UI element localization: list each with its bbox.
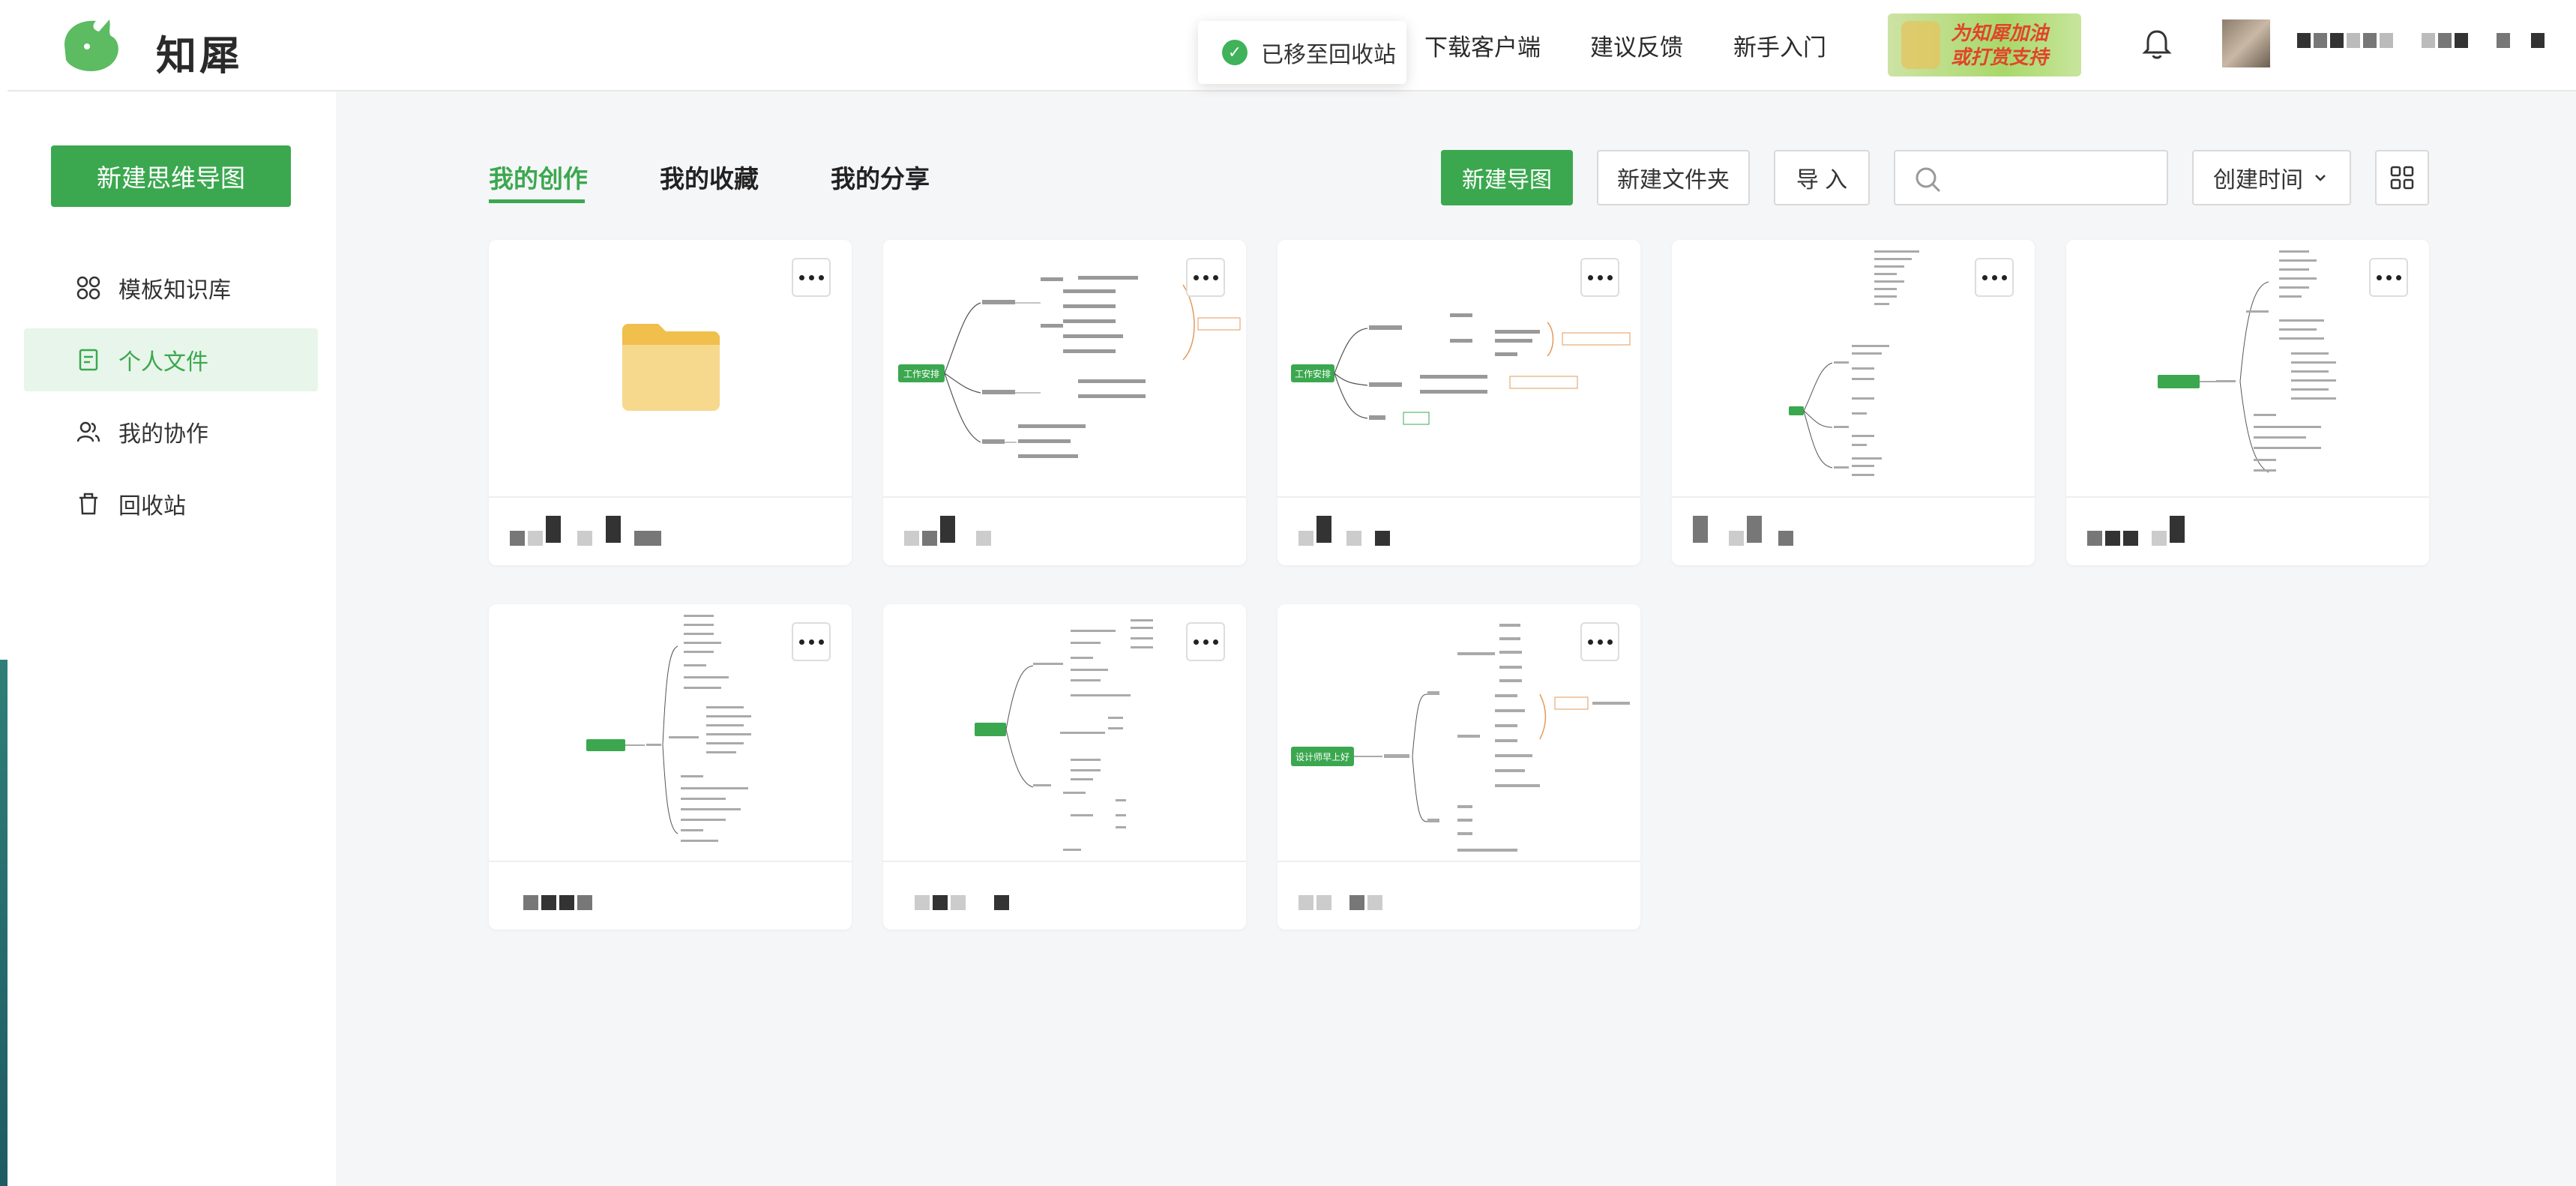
getting-started-link[interactable]: 新手入门	[1733, 28, 1826, 62]
mindmap-card[interactable]	[2066, 240, 2429, 565]
file-name-redacted	[510, 516, 661, 546]
search-box[interactable]	[1894, 150, 2168, 205]
more-options-button[interactable]	[792, 258, 831, 297]
grid-view-toggle[interactable]	[2375, 150, 2429, 205]
sidebar-item-trash[interactable]: 回收站	[24, 472, 318, 535]
support-banner[interactable]: 为知犀加油 或打赏支持	[1888, 13, 2081, 76]
folder-card[interactable]	[489, 240, 852, 565]
file-name-redacted	[510, 880, 592, 910]
file-name-redacted	[1298, 880, 1382, 910]
new-mindmap-button[interactable]: 新建思维导图	[51, 145, 291, 207]
sidebar-item-label: 回收站	[118, 494, 186, 519]
toast-notification: ✓ 已移至回收站	[1198, 21, 1406, 84]
sidebar: 新建思维导图 模板知识库 个人文件 我的协作 回收站	[7, 91, 336, 1186]
tab-my-creations[interactable]: 我的创作	[489, 159, 588, 195]
more-options-button[interactable]	[1975, 258, 2014, 297]
banner-line-1: 为知犀加油	[1951, 22, 2049, 44]
trash-icon	[79, 493, 97, 515]
svg-text:工作安排: 工作安排	[1295, 368, 1331, 379]
tab-my-shares[interactable]: 我的分享	[831, 159, 930, 195]
mindmap-card[interactable]: 工作安排	[883, 240, 1246, 565]
top-header: 知犀 ✓ 已移至回收站 下载客户端 建议反馈 新手入门 为知犀加油 或打赏支持	[7, 0, 2576, 91]
banner-line-2: 或打赏支持	[1951, 46, 2049, 68]
sidebar-item-label: 个人文件	[118, 350, 208, 375]
active-tab-indicator	[489, 199, 585, 203]
more-options-button[interactable]	[1186, 258, 1225, 297]
file-name-redacted	[1693, 516, 1793, 546]
sidebar-item-personal-files[interactable]: 个人文件	[24, 328, 318, 391]
search-input[interactable]	[1952, 162, 2155, 195]
new-folder-button[interactable]: 新建文件夹	[1597, 150, 1750, 205]
sidebar-item-label: 我的协作	[118, 422, 208, 447]
mindmap-card[interactable]: 设计师早上好	[1278, 604, 1640, 930]
mindmap-card[interactable]: 工作安排	[1278, 240, 1640, 565]
toast-message: 已移至回收站	[1261, 43, 1396, 67]
bell-icon[interactable]	[2140, 27, 2174, 61]
file-name-redacted	[904, 880, 1009, 910]
sort-dropdown[interactable]: 创建时间	[2192, 150, 2351, 205]
svg-text:设计师早上好: 设计师早上好	[1295, 752, 1349, 762]
grid-icon	[76, 276, 100, 300]
sidebar-item-label: 模板知识库	[118, 278, 231, 303]
more-options-button[interactable]	[792, 622, 831, 661]
file-name-redacted	[2087, 516, 2185, 546]
chevron-down-icon	[2315, 175, 2326, 181]
import-button[interactable]: 导 入	[1774, 150, 1870, 205]
more-options-button[interactable]	[1580, 622, 1619, 661]
sidebar-item-templates[interactable]: 模板知识库	[24, 256, 318, 319]
window-edge	[0, 0, 7, 1186]
fist-icon	[1901, 21, 1940, 69]
new-map-button[interactable]: 新建导图	[1441, 150, 1573, 205]
feedback-link[interactable]: 建议反馈	[1590, 28, 1683, 62]
more-options-button[interactable]	[1186, 622, 1225, 661]
brand-name: 知犀	[156, 34, 243, 79]
file-icon	[79, 349, 98, 371]
search-icon	[1916, 167, 1941, 193]
download-client-link[interactable]: 下载客户端	[1424, 28, 1541, 62]
mindmap-card[interactable]	[883, 604, 1246, 930]
grid-view-icon	[2390, 166, 2414, 190]
username-redacted[interactable]	[2297, 33, 2545, 48]
more-options-button[interactable]	[2369, 258, 2408, 297]
sidebar-item-collaboration[interactable]: 我的协作	[24, 400, 318, 463]
tab-my-favorites[interactable]: 我的收藏	[660, 159, 759, 195]
more-options-button[interactable]	[1580, 258, 1619, 297]
rhino-logo-icon[interactable]	[57, 15, 124, 73]
file-name-redacted	[1298, 516, 1390, 546]
svg-text:工作安排: 工作安排	[903, 368, 939, 379]
background-strip	[0, 660, 7, 1186]
file-name-redacted	[904, 516, 991, 546]
mindmap-card[interactable]	[489, 604, 852, 930]
avatar[interactable]	[2222, 19, 2270, 67]
mindmap-card[interactable]	[1672, 240, 2035, 565]
check-circle-icon: ✓	[1222, 40, 1248, 65]
users-icon	[76, 421, 100, 442]
sort-label: 创建时间	[2213, 168, 2303, 193]
